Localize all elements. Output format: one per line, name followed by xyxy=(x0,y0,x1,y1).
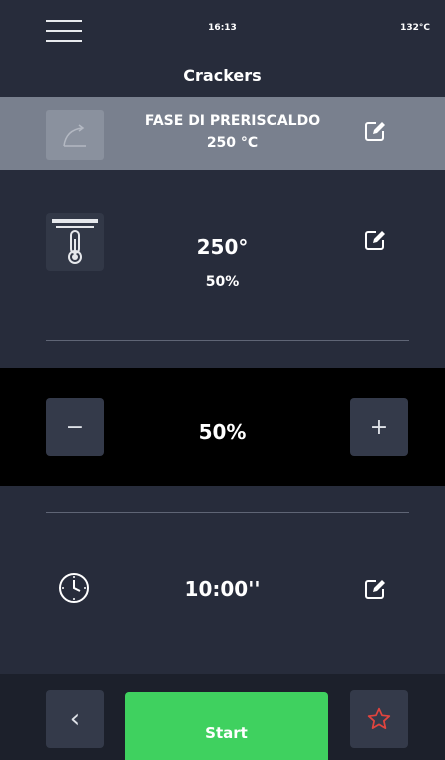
heat-power: 50% xyxy=(205,274,240,290)
divider xyxy=(46,340,409,341)
phase-temp: 250 °C xyxy=(206,135,259,151)
divider xyxy=(46,512,409,513)
start-label: Start xyxy=(205,724,248,742)
chevron-left-icon: ‹ xyxy=(69,704,81,734)
back-button[interactable]: ‹ xyxy=(46,690,104,748)
star-icon xyxy=(367,707,391,729)
preheat-icon xyxy=(46,110,104,160)
favorite-button[interactable] xyxy=(350,690,408,748)
edit-heat-icon[interactable] xyxy=(364,229,385,250)
status-time: 16:13 xyxy=(208,23,237,33)
status-oven-temp: 132°C xyxy=(400,23,430,33)
edit-phase-icon[interactable] xyxy=(364,120,385,141)
increase-button[interactable]: + xyxy=(350,398,408,456)
edit-timer-icon[interactable] xyxy=(364,578,385,599)
page-title: Crackers xyxy=(183,66,262,85)
start-button[interactable]: Start xyxy=(125,692,328,760)
phase-name: FASE DI PRERISCALDO xyxy=(144,113,321,129)
plus-icon: + xyxy=(369,414,389,440)
